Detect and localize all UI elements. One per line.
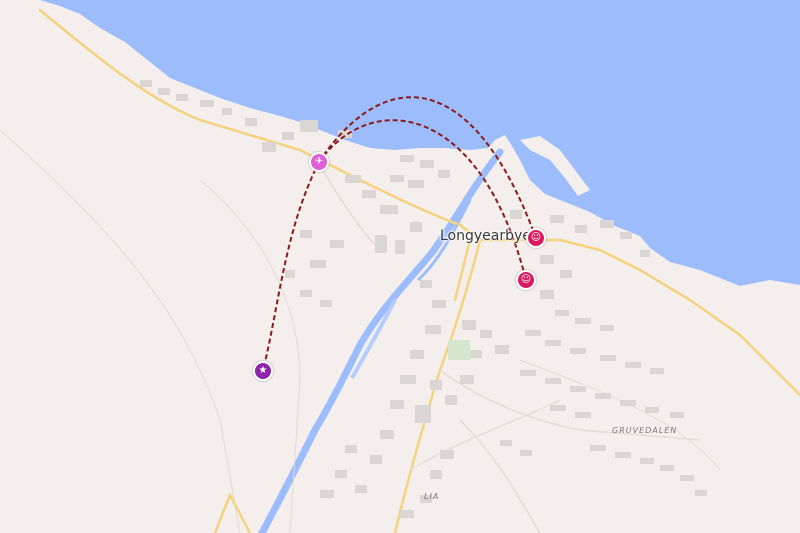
district-label-gruvedalen: GRUVEDALEN — [612, 426, 678, 435]
map-view[interactable]: Longyearbyen GRUVEDALEN LIA ✈ ☺ ☺ ★ — [0, 0, 800, 533]
theatre-marker-2[interactable]: ☺ — [516, 270, 536, 290]
theatre-masks-icon: ☺ — [520, 274, 532, 285]
star-icon: ★ — [258, 365, 268, 376]
district-label-lia: LIA — [424, 492, 440, 501]
airplane-icon: ✈ — [314, 156, 324, 167]
airport-marker[interactable]: ✈ — [309, 152, 329, 172]
theatre-marker-1[interactable]: ☺ — [526, 228, 546, 248]
map-canvas — [0, 0, 800, 533]
start-marker[interactable]: ★ — [253, 361, 273, 381]
theatre-masks-icon: ☺ — [530, 232, 542, 243]
park-area — [448, 340, 470, 360]
sea — [40, 0, 800, 286]
town-label: Longyearbyen — [440, 228, 540, 244]
